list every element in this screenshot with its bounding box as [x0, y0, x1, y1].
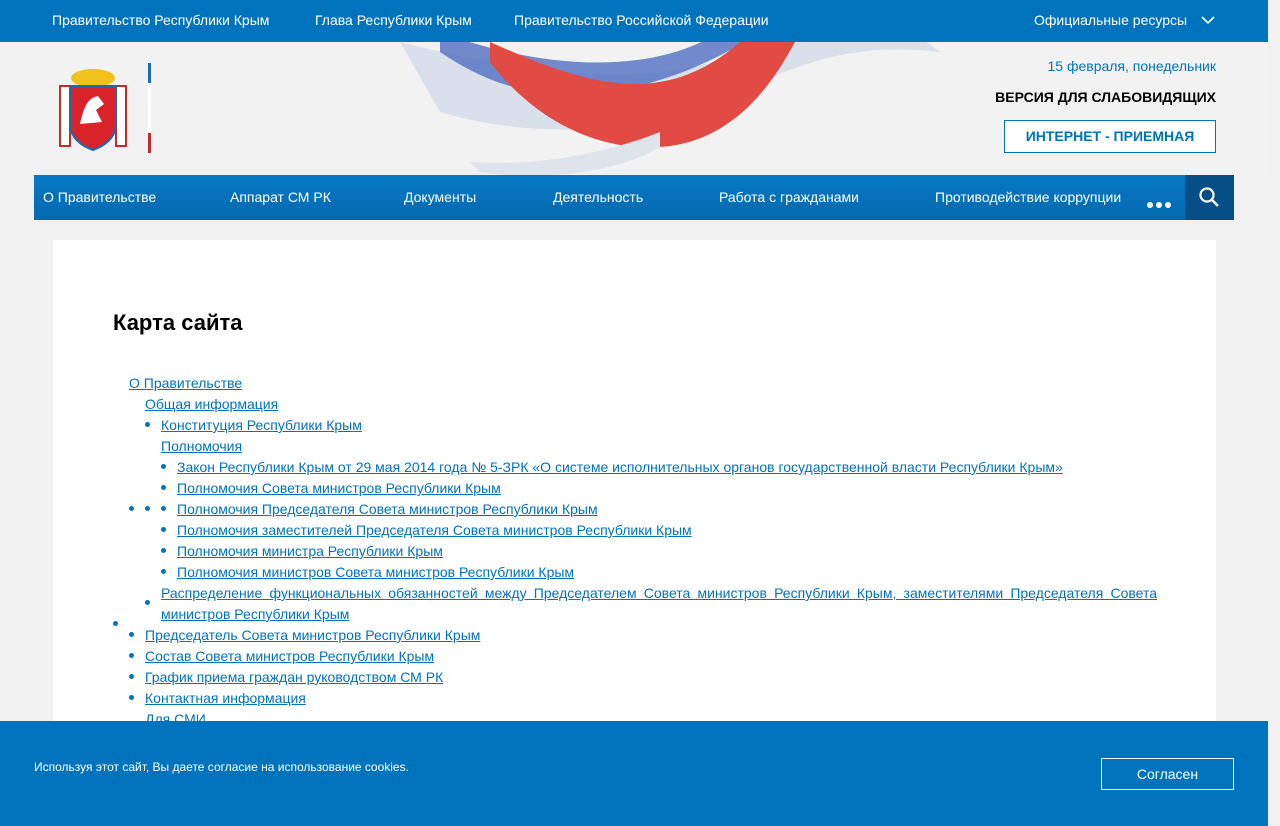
list-bullet — [129, 632, 134, 637]
vision-impaired-link[interactable]: ВЕРСИЯ ДЛЯ СЛАБОВИДЯЩИХ — [995, 89, 1216, 105]
list-bullet — [129, 653, 134, 658]
sitemap-link[interactable]: Полномочия Совета министров Республики К… — [177, 478, 501, 499]
top-bar: Правительство Республики Крым Глава Респ… — [0, 0, 1268, 42]
main-content: Карта сайта О Правительстве Общая информ… — [53, 240, 1216, 760]
search-icon — [1199, 187, 1219, 207]
sitemap-link[interactable]: Председатель Совета министров Республики… — [145, 625, 480, 646]
sitemap-link[interactable]: Конституция Республики Крым — [161, 415, 362, 436]
nav-item-anticorruption[interactable]: Противодействие коррупции — [935, 189, 1121, 205]
list-bullet — [161, 527, 166, 532]
sitemap-link[interactable]: Полномочия Председателя Совета министров… — [177, 499, 598, 520]
cookie-agree-button[interactable]: Согласен — [1101, 758, 1234, 790]
sitemap-link[interactable]: Состав Совета министров Республики Крым — [145, 646, 434, 667]
list-bullet — [129, 674, 134, 679]
crimea-emblem-icon[interactable] — [54, 66, 132, 152]
nav-item-about-government[interactable]: О Правительстве — [43, 189, 156, 205]
flag-ribbon-decoration — [400, 42, 940, 175]
page-title: Карта сайта — [113, 310, 243, 335]
list-bullet — [161, 548, 166, 553]
header: 15 февраля, понедельник ВЕРСИЯ ДЛЯ СЛАБО… — [0, 42, 1268, 175]
list-bullet — [161, 485, 166, 490]
list-bullet — [129, 506, 134, 511]
sitemap-link[interactable]: Общая информация — [145, 394, 278, 415]
sitemap-link[interactable]: Полномочия заместителей Председателя Сов… — [177, 520, 692, 541]
nav-item-documents[interactable]: Документы — [404, 189, 476, 205]
link-government-crimea[interactable]: Правительство Республики Крым — [52, 12, 269, 28]
nav-item-activity[interactable]: Деятельность — [553, 189, 643, 205]
sitemap-link[interactable]: Полномочия министра Республики Крым — [177, 541, 443, 562]
current-date: 15 февраля, понедельник — [1047, 58, 1216, 74]
sitemap-link[interactable]: Полномочия — [161, 436, 242, 457]
sitemap-link[interactable]: График приема граждан руководством СМ РК — [145, 667, 443, 688]
nav-item-citizens[interactable]: Работа с гражданами — [719, 189, 859, 205]
list-bullet — [145, 506, 150, 511]
nav-item-apparatus[interactable]: Аппарат СМ РК — [230, 189, 331, 205]
sitemap-link[interactable]: Полномочия министров Совета министров Ре… — [177, 562, 574, 583]
internet-reception-button[interactable]: ИНТЕРНЕТ - ПРИЕМНАЯ — [1004, 120, 1216, 153]
list-bullet — [161, 506, 166, 511]
official-resources-dropdown[interactable]: Официальные ресурсы — [1034, 12, 1187, 28]
list-bullet — [161, 464, 166, 469]
list-bullet — [113, 621, 118, 626]
sitemap-link[interactable]: Контактная информация — [145, 688, 306, 709]
list-bullet — [161, 569, 166, 574]
sitemap-link[interactable]: Закон Республики Крым от 29 мая 2014 год… — [177, 457, 1063, 478]
link-head-crimea[interactable]: Глава Республики Крым — [315, 12, 472, 28]
flag-line-decoration — [148, 63, 151, 155]
sitemap-link[interactable]: О Правительстве — [129, 373, 242, 394]
scrollbar[interactable] — [1268, 0, 1280, 826]
cookie-banner: Используя этот сайт, Вы даете согласие н… — [0, 721, 1268, 826]
more-dots-icon[interactable] — [1147, 195, 1174, 213]
main-nav: О Правительстве Аппарат СМ РК Документы … — [34, 175, 1234, 220]
chevron-down-icon[interactable] — [1201, 13, 1215, 27]
list-bullet — [145, 422, 150, 427]
search-button[interactable] — [1185, 175, 1234, 220]
list-bullet — [129, 695, 134, 700]
link-government-russia[interactable]: Правительство Российской Федерации — [514, 12, 769, 28]
list-bullet — [145, 600, 150, 605]
sitemap-link[interactable]: Распределение функциональных обязанносте… — [161, 583, 1157, 625]
cookie-text: Используя этот сайт, Вы даете согласие н… — [34, 760, 409, 774]
